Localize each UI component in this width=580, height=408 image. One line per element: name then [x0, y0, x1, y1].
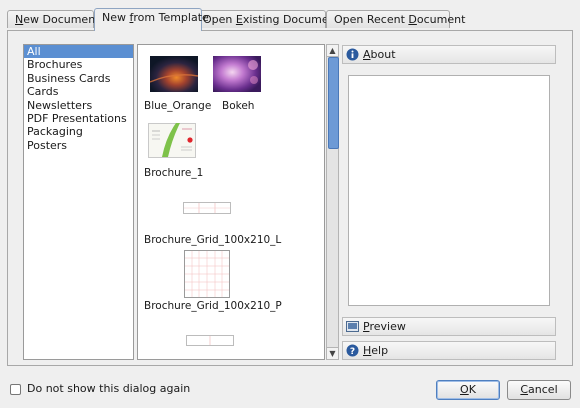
tab-mnemonic: D: [408, 13, 417, 26]
category-item-cards[interactable]: Cards: [24, 85, 133, 98]
label-text: review: [369, 320, 406, 333]
template-scrollbar[interactable]: ▲ ▼: [326, 44, 339, 360]
category-item-posters[interactable]: Posters: [24, 139, 133, 152]
template-label[interactable]: Brochure_Grid_100x210_L: [144, 234, 281, 246]
template-label[interactable]: Bokeh: [222, 100, 254, 112]
template-thumbnail-brochure-grid-l[interactable]: [183, 202, 231, 214]
tab-label: ocument: [416, 13, 466, 26]
button-label: K: [468, 383, 476, 396]
tab-label: Open Recent: [334, 13, 409, 26]
label-text: bout: [370, 48, 396, 61]
template-label[interactable]: Blue_Orange: [144, 100, 211, 112]
ok-button[interactable]: OK: [436, 380, 500, 400]
tab-open-existing-document[interactable]: Open Existing Document: [195, 10, 340, 28]
tab-mnemonic: E: [235, 13, 243, 26]
tab-new-document[interactable]: New Document: [7, 10, 99, 28]
tab-label: New: [102, 11, 130, 24]
tab-bar: New Document New from Template Open Exis…: [7, 8, 573, 31]
category-list[interactable]: All Brochures Business Cards Cards Newsl…: [23, 44, 134, 360]
cancel-button[interactable]: Cancel: [507, 380, 571, 400]
tab-new-from-template[interactable]: New from Template: [94, 8, 209, 31]
preview-section-header[interactable]: Preview: [342, 317, 556, 336]
scroll-down-button[interactable]: ▼: [327, 347, 338, 359]
help-section-header[interactable]: ? Help: [342, 341, 556, 360]
scroll-up-button[interactable]: ▲: [327, 45, 338, 57]
dont-show-again-label[interactable]: Do not show this dialog again: [27, 382, 190, 396]
about-content-area: [348, 75, 550, 306]
button-mnemonic: O: [460, 383, 469, 396]
tab-open-recent-document[interactable]: Open Recent Document: [326, 10, 465, 28]
tab-label: rom Template: [133, 11, 209, 24]
help-label: Help: [363, 344, 388, 357]
about-label: About: [363, 48, 396, 61]
dont-show-again-checkbox[interactable]: [10, 384, 21, 395]
info-icon: [346, 48, 359, 61]
button-mnemonic: C: [520, 383, 529, 396]
scroll-thumb[interactable]: [328, 57, 339, 149]
template-thumbnail-brochure-1[interactable]: [148, 123, 196, 158]
template-thumbnail-bokeh[interactable]: [213, 56, 261, 92]
category-item-business-cards[interactable]: Business Cards: [24, 72, 133, 85]
svg-text:?: ?: [350, 347, 355, 357]
label-mnemonic: A: [363, 48, 371, 61]
preview-icon: [346, 321, 359, 332]
template-thumbnail-brochure-grid-p[interactable]: [184, 250, 230, 298]
category-item-brochures[interactable]: Brochures: [24, 58, 133, 71]
tab-mnemonic: N: [15, 13, 24, 26]
template-grid[interactable]: Blue_Orange Bokeh Brochure_1 Brochure_Gr…: [137, 44, 325, 360]
category-item-all[interactable]: All: [24, 45, 133, 59]
preview-label: Preview: [363, 320, 406, 333]
template-label[interactable]: Brochure_Grid_100x210_P: [144, 300, 282, 312]
label-text: elp: [371, 344, 389, 357]
template-thumbnail-blue-orange[interactable]: [150, 56, 198, 92]
help-icon: ?: [346, 344, 359, 357]
tab-label: ew Document: [23, 13, 100, 26]
about-section-header[interactable]: About: [342, 45, 556, 64]
template-thumbnail-next[interactable]: [186, 335, 234, 346]
category-item-pdf-presentations[interactable]: PDF Presentations: [24, 112, 133, 125]
category-item-packaging[interactable]: Packaging: [24, 125, 133, 138]
category-item-newsletters[interactable]: Newsletters: [24, 99, 133, 112]
template-label[interactable]: Brochure_1: [144, 167, 203, 179]
button-label: ancel: [528, 383, 558, 396]
